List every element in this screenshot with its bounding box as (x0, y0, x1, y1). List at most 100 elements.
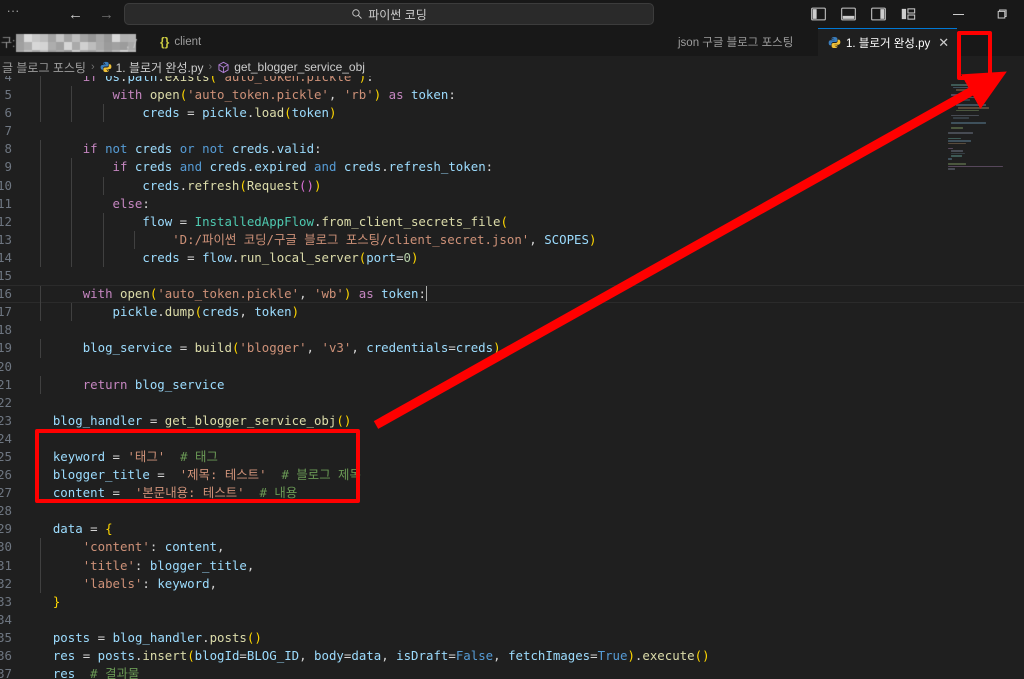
toggle-secondary-sidebar-icon[interactable] (870, 6, 886, 22)
indent-guide (40, 86, 41, 104)
code-line[interactable]: 29 data = { (0, 520, 1024, 538)
text-cursor (426, 286, 428, 301)
indent-guide (71, 177, 72, 195)
code-line[interactable]: 27 content = '본문내용: 테스트' # 내용 (0, 484, 1024, 502)
code-text: 'content': content, (16, 538, 224, 556)
code-line[interactable]: 15 (0, 267, 1024, 285)
minimap-line (948, 132, 973, 134)
code-line[interactable]: 33 } (0, 593, 1024, 611)
line-number: 20 (0, 358, 16, 376)
line-number: 5 (0, 86, 16, 104)
minimap-line (951, 150, 963, 152)
indent-guide (71, 195, 72, 213)
line-number: 33 (0, 593, 16, 611)
code-line[interactable]: 36 res = posts.insert(blogId=BLOG_ID, bo… (0, 647, 1024, 665)
code-line[interactable]: 32 'labels': keyword, (0, 575, 1024, 593)
code-line[interactable]: 9 if creds and creds.expired and creds.r… (0, 158, 1024, 176)
minimap-line (953, 102, 957, 104)
code-line[interactable]: 18 (0, 321, 1024, 339)
code-line[interactable]: 37 res # 결과물 (0, 665, 1024, 679)
code-line[interactable]: 13 'D:/파이썬 코딩/구글 블로그 포스팅/client_secret.j… (0, 231, 1024, 249)
code-line[interactable]: 5 with open('auto_token.pickle', 'rb') a… (0, 86, 1024, 104)
json-icon: {} (160, 35, 169, 49)
code-line[interactable]: 24 (0, 430, 1024, 448)
tab-blogger-complete-py[interactable]: 1. 블로거 완성.py ✕ (818, 28, 957, 56)
search-text: 파이썬 코딩 (368, 6, 427, 23)
tab-google-blog-posting[interactable]: json 구글 블로그 포스팅 (668, 28, 803, 56)
code-line[interactable]: 10 creds.refresh(Request()) (0, 177, 1024, 195)
go-forward-icon[interactable]: → (99, 7, 114, 22)
line-number: 12 (0, 213, 16, 231)
indent-guide (103, 249, 104, 267)
code-line[interactable]: 14 creds = flow.run_local_server(port=0) (0, 249, 1024, 267)
code-line[interactable]: 6 creds = pickle.load(token) (0, 104, 1024, 122)
line-number: 25 (0, 448, 16, 466)
breadcrumb-symbol-label: get_blogger_service_obj (234, 60, 365, 74)
code-line[interactable]: 22 (0, 394, 1024, 412)
minimap-line (953, 117, 969, 119)
indent-guide (40, 557, 41, 575)
minimap-line (951, 122, 986, 124)
code-text: blogger_title = '제목: 테스트' # 블로그 제목 (16, 466, 361, 484)
minimize-button[interactable] (936, 0, 980, 28)
breadcrumb-item-folder[interactable]: 글 블로그 포스팅 (2, 59, 86, 76)
line-number: 4 (0, 76, 16, 86)
search-icon (351, 8, 363, 20)
line-number: 15 (0, 267, 16, 285)
code-line[interactable]: 8 if not creds or not creds.valid: (0, 140, 1024, 158)
code-line[interactable]: 7 (0, 122, 1024, 140)
toggle-panel-icon[interactable] (840, 6, 856, 22)
minimap-line (953, 97, 985, 99)
toggle-primary-sidebar-icon[interactable] (810, 6, 826, 22)
code-line[interactable]: 20 (0, 358, 1024, 376)
code-line[interactable]: 17 pickle.dump(creds, token) (0, 303, 1024, 321)
minimap-line (948, 138, 960, 140)
code-editor[interactable]: 4 if os.path.exists('auto_token.pickle')… (0, 76, 1024, 679)
editor-scrollbar[interactable] (1010, 76, 1024, 679)
code-line[interactable]: 21 return blog_service (0, 376, 1024, 394)
code-line[interactable]: 23 blog_handler = get_blogger_service_ob… (0, 412, 1024, 430)
indent-guide (103, 104, 104, 122)
breadcrumb-separator-1: › (91, 61, 95, 73)
breadcrumb-folder-label: 글 블로그 포스팅 (2, 59, 86, 76)
breadcrumb-item-symbol[interactable]: get_blogger_service_obj (217, 60, 365, 74)
tab-client-json[interactable]: {} client (150, 28, 211, 56)
code-line[interactable]: 28 (0, 502, 1024, 520)
indent-guide (40, 286, 41, 304)
code-line[interactable]: 26 blogger_title = '제목: 테스트' # 블로그 제목 (0, 466, 1024, 484)
minimap-line (948, 143, 965, 145)
code-line[interactable]: 12 flow = InstalledAppFlow.from_client_s… (0, 213, 1024, 231)
code-text: creds.refresh(Request()) (16, 177, 321, 195)
minimap-line (951, 115, 980, 117)
vscode-window: ··· ← → 파이썬 코딩 {} client json 구글 블로그 포스팅… (0, 0, 1024, 679)
indent-guide (71, 104, 72, 122)
breadcrumb-item-file[interactable]: 1. 블로거 완성.py (100, 59, 204, 76)
line-number: 14 (0, 249, 16, 267)
close-icon[interactable]: ✕ (938, 35, 949, 51)
code-line[interactable]: 11 else: (0, 195, 1024, 213)
indent-guide (40, 158, 41, 176)
indent-guide (40, 76, 41, 86)
code-lines-container[interactable]: 4 if os.path.exists('auto_token.pickle')… (0, 76, 1024, 679)
indent-guide (71, 213, 72, 231)
customize-layout-icon[interactable] (900, 6, 916, 22)
code-line[interactable]: 30 'content': content, (0, 538, 1024, 556)
code-line[interactable]: 35 posts = blog_handler.posts() (0, 629, 1024, 647)
code-line[interactable]: 16 with open('auto_token.pickle', 'wb') … (0, 285, 1024, 303)
indent-guide (40, 575, 41, 593)
code-text: flow = InstalledAppFlow.from_client_secr… (16, 213, 508, 231)
editor-minimap[interactable] (944, 76, 1006, 679)
window-menu-dots[interactable]: ··· (0, 7, 26, 21)
code-line[interactable]: 4 if os.path.exists('auto_token.pickle')… (0, 76, 1024, 86)
code-line[interactable]: 19 blog_service = build('blogger', 'v3',… (0, 339, 1024, 357)
code-line[interactable]: 34 (0, 611, 1024, 629)
maximize-button[interactable] (980, 0, 1024, 28)
tab-label-client: client (174, 36, 201, 48)
code-line[interactable]: 25 keyword = '태그' # 태그 (0, 448, 1024, 466)
indent-guide (40, 104, 41, 122)
go-back-icon[interactable]: ← (68, 7, 83, 22)
breadcrumb: 글 블로그 포스팅 › 1. 블로거 완성.py › get_blogger_s… (0, 56, 1024, 78)
indent-guide (40, 303, 41, 321)
command-center-search[interactable]: 파이썬 코딩 (124, 3, 654, 25)
code-line[interactable]: 31 'title': blogger_title, (0, 557, 1024, 575)
